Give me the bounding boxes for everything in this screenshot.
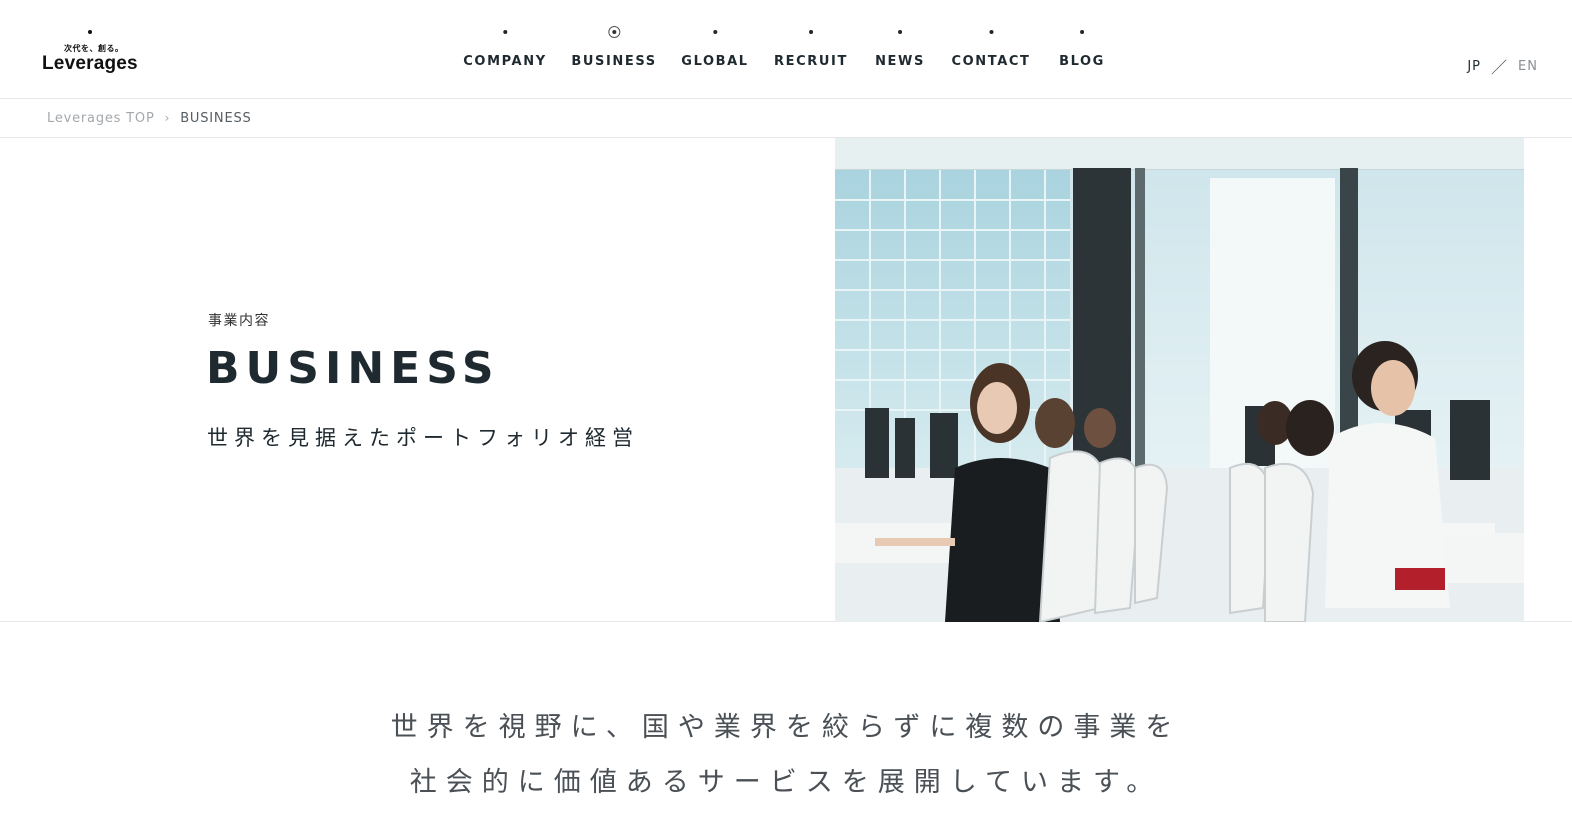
nav-item-label: BUSINESS xyxy=(571,54,657,69)
nav-dot-icon xyxy=(898,30,902,34)
hero-tagline: 世界を見据えたポートフォリオ経営 xyxy=(207,426,639,450)
nav-dot-icon xyxy=(989,30,993,34)
nav-item-label: CONTACT xyxy=(951,54,1031,69)
nav-item-label: GLOBAL xyxy=(681,54,749,69)
business-statement: 世界を視野に、国や業界を絞らずに複数の事業を 社会的に価値あるサービスを展開して… xyxy=(0,700,1572,810)
nav-dot-icon xyxy=(713,30,717,34)
site-header: 次代を、創る。 Leverages COMPANY BUSINESS GLOBA… xyxy=(0,0,1572,99)
nav-item-contact[interactable]: CONTACT xyxy=(952,24,1031,80)
nav-item-business[interactable]: BUSINESS xyxy=(571,24,656,80)
lang-jp-link[interactable]: JP xyxy=(1467,59,1481,74)
breadcrumb-home-link[interactable]: Leverages TOP xyxy=(47,111,155,126)
nav-active-indicator-icon xyxy=(608,26,620,38)
breadcrumb-current: BUSINESS xyxy=(180,110,252,126)
language-switcher: JP ／ EN xyxy=(1467,54,1538,78)
nav-item-company[interactable]: COMPANY xyxy=(463,24,546,80)
nav-item-label: BLOG xyxy=(1059,54,1105,69)
logo-wordmark: Leverages xyxy=(42,53,138,74)
global-nav: COMPANY BUSINESS GLOBAL RECRUIT NEWS CON… xyxy=(0,0,1572,98)
statement-line-1: 世界を視野に、国や業界を絞らずに複数の事業を xyxy=(390,712,1182,743)
hero-section: 事業内容 BUSINESS 世界を見据えたポートフォリオ経営 xyxy=(0,138,1572,622)
hero-subtitle: 事業内容 xyxy=(208,313,270,329)
nav-dot-icon xyxy=(809,30,813,34)
nav-dot-icon xyxy=(1079,30,1084,34)
nav-item-label: COMPANY xyxy=(463,54,547,69)
hero-office-photo xyxy=(835,138,1524,622)
office-photo-illustration xyxy=(835,138,1524,622)
nav-item-blog[interactable]: BLOG xyxy=(1059,24,1105,80)
lang-en-link[interactable]: EN xyxy=(1518,59,1538,74)
nav-item-recruit[interactable]: RECRUIT xyxy=(774,24,848,80)
nav-item-label: NEWS xyxy=(875,54,925,69)
lang-separator: ／ xyxy=(1491,58,1509,77)
breadcrumb-chevron-icon: › xyxy=(164,111,171,125)
logo-dot xyxy=(88,30,92,34)
breadcrumb: Leverages TOP › BUSINESS xyxy=(0,99,1572,138)
page-title: BUSINESS xyxy=(206,343,500,394)
nav-item-news[interactable]: NEWS xyxy=(875,24,925,80)
logo[interactable]: 次代を、創る。 Leverages xyxy=(42,27,142,77)
statement-line-2: 社会的に価値あるサービスを展開しています。 xyxy=(409,767,1163,798)
nav-item-global[interactable]: GLOBAL xyxy=(681,24,748,80)
nav-dot-icon xyxy=(502,30,507,34)
nav-item-label: RECRUIT xyxy=(774,54,848,69)
